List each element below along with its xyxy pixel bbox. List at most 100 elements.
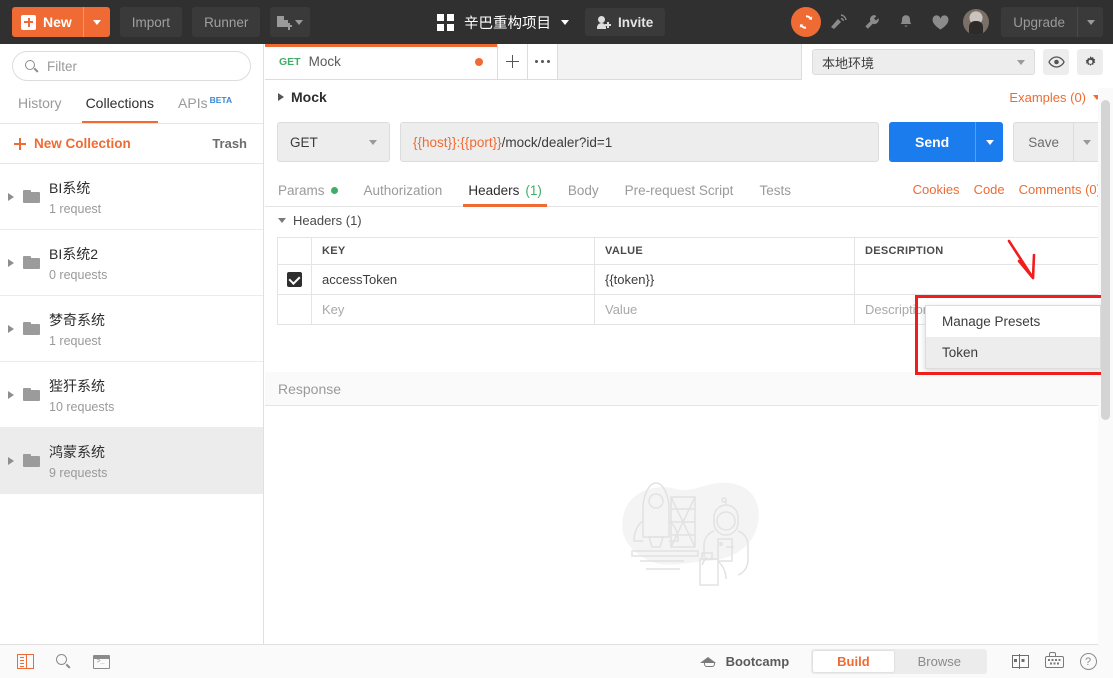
vertical-scrollbar[interactable]	[1101, 100, 1110, 420]
tab-headers-count: (1)	[525, 182, 542, 198]
tab-history[interactable]: History	[6, 88, 74, 123]
notifications-button[interactable]	[889, 0, 923, 44]
find-button[interactable]	[46, 649, 80, 675]
http-method-selector[interactable]: GET	[277, 122, 390, 162]
sidebar: Filter History Collections APIs BETA New …	[0, 44, 264, 644]
plus-icon	[21, 14, 36, 30]
request-tab-mock[interactable]: GET Mock	[265, 44, 498, 79]
unsaved-indicator-icon	[475, 58, 483, 66]
console-icon: >_	[92, 654, 110, 669]
response-bar: Response	[265, 372, 1113, 406]
cell-key-placeholder[interactable]: Key	[312, 295, 595, 324]
row-checkbox-cell[interactable]	[278, 265, 312, 294]
cell-key[interactable]: accessToken	[312, 265, 595, 294]
keyboard-shortcuts-button[interactable]	[1037, 649, 1071, 675]
tab-params[interactable]: Params	[278, 183, 351, 207]
collection-request-count: 1 request	[49, 333, 102, 348]
table-row[interactable]: accessToken {{token}}	[278, 265, 1101, 295]
url-input[interactable]: {{host}}:{{port}}/mock/dealer?id=1	[400, 122, 879, 162]
sync-button[interactable]	[791, 7, 822, 37]
chevron-down-icon	[561, 19, 569, 25]
send-button[interactable]: Send	[888, 122, 1004, 162]
tab-headers-label: Headers	[468, 182, 520, 198]
new-collection-label: New Collection	[34, 136, 131, 151]
headers-section-header[interactable]: Headers (1)	[265, 207, 1113, 233]
environment-quick-look-button[interactable]	[1043, 49, 1069, 75]
folder-icon	[23, 322, 40, 335]
environment-selector[interactable]: 本地环境	[812, 49, 1035, 75]
save-options-caret[interactable]	[1073, 122, 1101, 162]
favorites-button[interactable]	[923, 0, 957, 44]
tab-body[interactable]: Body	[555, 183, 612, 207]
two-pane-layout-button[interactable]	[1003, 649, 1037, 675]
url-variables: {{host}}:{{port}}	[413, 134, 502, 150]
wrench-icon	[865, 15, 879, 29]
import-button[interactable]: Import	[119, 7, 183, 37]
chevron-down-icon	[92, 19, 101, 25]
upgrade-button[interactable]: Upgrade	[1001, 7, 1103, 37]
breadcrumb[interactable]: Mock	[278, 89, 327, 105]
tab-pre-request-script[interactable]: Pre-request Script	[612, 183, 747, 207]
sidebar-toggle-button[interactable]	[8, 649, 42, 675]
environment-value: 本地环境	[822, 55, 875, 71]
http-method-value: GET	[290, 134, 318, 150]
runner-button[interactable]: Runner	[192, 7, 261, 37]
search-icon	[25, 59, 39, 73]
tab-headers[interactable]: Headers (1)	[455, 183, 555, 207]
cell-value[interactable]: {{token}}	[595, 265, 855, 294]
collection-item-hongmeng[interactable]: 鸿蒙系统 9 requests	[0, 428, 263, 494]
chevron-down-icon	[369, 139, 377, 145]
cell-description[interactable]	[855, 265, 1101, 294]
tab-tests[interactable]: Tests	[746, 183, 804, 207]
trash-link[interactable]: Trash	[212, 136, 247, 151]
tab-options-button[interactable]	[528, 44, 558, 79]
new-request-tab-button[interactable]	[498, 44, 528, 79]
upgrade-button-label: Upgrade	[1013, 14, 1065, 30]
sync-icon	[800, 15, 813, 29]
new-collection-button[interactable]: New Collection	[14, 136, 131, 151]
collection-name: 梦奇系统	[49, 311, 105, 328]
avatar[interactable]	[963, 9, 990, 35]
new-button[interactable]: New	[12, 7, 110, 37]
chevron-right-icon	[8, 192, 14, 201]
collection-item-mengqi[interactable]: 梦奇系统 1 request	[0, 296, 263, 362]
tab-apis[interactable]: APIs BETA	[166, 88, 244, 123]
bootcamp-button[interactable]: Bootcamp	[699, 654, 789, 669]
comments-link[interactable]: Comments (0)	[1019, 182, 1101, 197]
request-url-row: GET {{host}}:{{port}}/mock/dealer?id=1 S…	[265, 114, 1113, 172]
tab-authorization[interactable]: Authorization	[351, 183, 456, 207]
new-window-button[interactable]	[270, 7, 311, 37]
collection-item-bi[interactable]: BI系统 1 request	[0, 164, 263, 230]
heart-icon	[932, 14, 949, 29]
settings-button[interactable]	[1077, 49, 1103, 75]
tab-collections[interactable]: Collections	[74, 88, 166, 123]
cell-value-placeholder[interactable]: Value	[595, 295, 855, 324]
collection-item-bi2[interactable]: BI系统2 0 requests	[0, 230, 263, 296]
chevron-down-icon	[1086, 19, 1095, 25]
menu-item-token[interactable]: Token	[926, 337, 1100, 368]
mode-build[interactable]: Build	[813, 651, 894, 672]
new-dropdown-caret[interactable]	[82, 7, 110, 37]
breadcrumb-row: Mock Examples (0)	[265, 80, 1113, 114]
console-button[interactable]: >_	[84, 649, 118, 675]
invite-button[interactable]: Invite	[585, 8, 666, 36]
collection-item-bian[interactable]: 狴犴系统 10 requests	[0, 362, 263, 428]
new-window-icon	[277, 15, 293, 30]
wrench-button[interactable]	[855, 0, 889, 44]
examples-dropdown[interactable]: Examples (0)	[1009, 90, 1101, 105]
cookies-link[interactable]: Cookies	[913, 182, 960, 197]
add-person-icon	[597, 15, 611, 29]
menu-item-manage-presets[interactable]: Manage Presets	[926, 306, 1100, 337]
search-input[interactable]: Filter	[12, 51, 251, 81]
plus-icon	[506, 55, 519, 68]
antenna-button[interactable]	[821, 0, 855, 44]
save-button[interactable]: Save	[1013, 122, 1101, 162]
mode-browse[interactable]: Browse	[894, 651, 985, 672]
send-options-caret[interactable]	[975, 122, 1004, 162]
row-checkbox[interactable]	[287, 272, 302, 287]
code-link[interactable]: Code	[974, 182, 1005, 197]
row-checkbox-cell	[278, 295, 312, 324]
sidebar-tabs: History Collections APIs BETA	[0, 88, 263, 124]
params-indicator-icon	[330, 186, 338, 194]
workspace-selector[interactable]: 辛巴重构项目 Invite	[437, 0, 666, 44]
